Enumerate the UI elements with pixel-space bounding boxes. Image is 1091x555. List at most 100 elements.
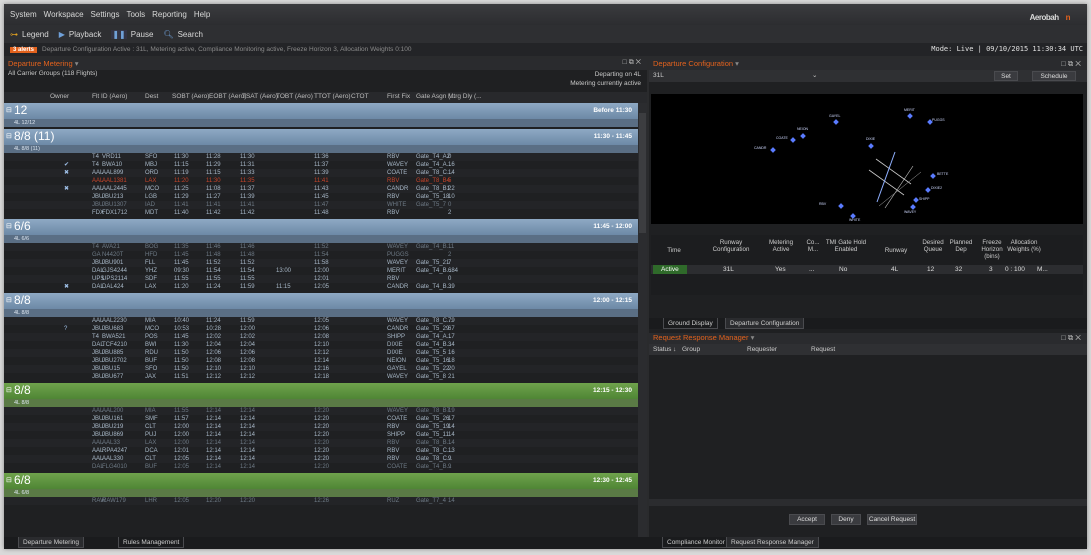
menu-system[interactable]: System <box>10 10 37 19</box>
table-row[interactable]: AAL AAL200 MIA 11:55 12:14 12:14 12:20 WAVEY Gat… <box>4 407 638 415</box>
menu-settings[interactable]: Settings <box>91 10 120 19</box>
collapse-icon[interactable]: ⊟ <box>6 386 12 394</box>
deny-button[interactable]: Deny <box>831 514 861 525</box>
column-header[interactable]: Flt ID (Aero) <box>92 93 127 100</box>
collapse-icon[interactable]: ⊟ <box>6 132 12 140</box>
col-tmi-gate[interactable]: TMI Gate Hold Enabled <box>823 239 869 253</box>
group-header[interactable]: ⊟ 8/8 (11) 11:30 - 11:45 <box>4 129 638 145</box>
table-row[interactable]: UPS UPS2114 SDF 11:55 11:55 11:55 12:01 RBV 0 <box>4 275 638 283</box>
collapse-icon[interactable]: ⊟ <box>6 476 12 484</box>
column-header[interactable]: Mtrg Dly (... <box>448 93 482 100</box>
menu-reporting[interactable]: Reporting <box>152 10 187 19</box>
table-row[interactable]: FDX FDX1712 MDT 11:40 11:42 11:42 11:48 RBV 2 <box>4 209 638 217</box>
table-row[interactable]: JBU JBU161 SMF 11:57 12:14 12:14 12:20 COATE Gat… <box>4 415 638 423</box>
table-row[interactable]: JBU JBU219 CLT 12:00 12:14 12:14 12:20 RBV Gate_… <box>4 423 638 431</box>
panel-window-controls[interactable]: □ ⧉ ✕ <box>623 59 641 67</box>
accept-button[interactable]: Accept <box>789 514 825 525</box>
col-request[interactable]: Request <box>811 346 835 353</box>
tab-departure-metering[interactable]: Departure Metering <box>18 537 84 548</box>
group-header[interactable]: ⊟ 8/8 12:00 - 12:15 <box>4 293 638 309</box>
menu-workspace[interactable]: Workspace <box>44 10 84 19</box>
table-row[interactable]: AAL AAL2230 MIA 10:40 11:24 11:59 12:05 WAVEY Ga… <box>4 317 638 325</box>
col-runway[interactable]: Runway <box>879 247 913 254</box>
runway-selector[interactable]: 31L ⌄ Set Schedule <box>649 70 1087 82</box>
column-header[interactable]: SOBT (Aero) <box>172 93 209 100</box>
table-row[interactable]: AAL AAL330 CLT 12:05 12:14 12:14 12:20 RBV Gate_… <box>4 455 638 463</box>
col-requester[interactable]: Requester <box>747 346 777 353</box>
group-header[interactable]: ⊟ 8/8 12:15 - 12:30 <box>4 383 638 399</box>
column-header[interactable]: Owner <box>50 93 69 100</box>
runway-subheader[interactable]: 4L 12/12 <box>4 119 638 127</box>
col-metering-active[interactable]: Metering Active <box>763 239 799 253</box>
panel-window-controls[interactable]: □ ⧉ ✕ <box>1061 59 1081 69</box>
table-row[interactable]: ✖ AAL AAL2445 MCO 11:25 11:08 11:37 11:43 CANDR G… <box>4 185 638 193</box>
runway-subheader[interactable]: 4L 8/8 <box>4 399 638 407</box>
table-row[interactable]: JBU JBU901 FLL 11:45 11:52 11:52 11:58 WAVEY Gat… <box>4 259 638 267</box>
table-row[interactable]: DAL TCF4210 BWI 11:30 12:04 12:04 12:10 DIXIE Ga… <box>4 341 638 349</box>
column-header[interactable]: TTOT (Aero) <box>314 93 351 100</box>
column-header[interactable]: TSAT (Aero) <box>242 93 278 100</box>
set-button[interactable]: Set <box>994 71 1018 81</box>
tab-request-response-manager[interactable]: Request Response Manager <box>726 537 819 548</box>
group-header[interactable]: ⊟ 12 Before 11:30 <box>4 103 638 119</box>
collapse-icon[interactable]: ⊟ <box>6 296 12 304</box>
table-row[interactable]: ? JBU JBU683 MCO 10:53 10:28 12:00 12:06 CANDR Ga… <box>4 325 638 333</box>
collapse-icon[interactable]: ⊟ <box>6 106 12 114</box>
table-row[interactable]: DAL GJS4244 YHZ 09:30 11:54 11:54 13:00 12:00 ME… <box>4 267 638 275</box>
playback-button[interactable]: ▶ Playback <box>59 30 102 39</box>
table-row[interactable]: ✖ DAL DAL424 LAX 11:20 11:24 11:59 11:15 12:05 CA… <box>4 283 638 291</box>
col-status[interactable]: Status <box>653 346 671 353</box>
ground-display-map[interactable]: GAYEL NEION COATE CANDR DIXIE RBV WHITE … <box>651 94 1083 224</box>
table-row[interactable]: T4 AVA21 BOG 11:35 11:46 11:46 11:52 WAVEY Gate_… <box>4 243 638 251</box>
pause-button[interactable]: ❚❚ Pause <box>111 29 153 39</box>
search-button[interactable]: 🔍︎ Search <box>163 30 203 39</box>
table-row[interactable]: DAL FLG4010 BUF 12:05 12:14 12:14 12:20 COATE Ga… <box>4 463 638 471</box>
col-compliance[interactable]: Co... M... <box>803 239 823 253</box>
table-row[interactable]: AAL AAL1381 LAX 11:20 11:30 11:35 11:41 RBV Gate… <box>4 177 638 185</box>
tab-rules-management[interactable]: Rules Management <box>118 537 185 548</box>
column-header[interactable]: First Fix <box>387 93 410 100</box>
col-desired-queue[interactable]: Desired Queue <box>919 239 947 253</box>
table-row[interactable]: JBU JBU885 RDU 11:50 12:06 12:06 12:12 DIXIE Gat… <box>4 349 638 357</box>
table-row[interactable]: JBU JBU15 SFO 11:50 12:10 12:10 12:16 GAYEL Gate… <box>4 365 638 373</box>
column-header[interactable]: CTOT <box>351 93 369 100</box>
table-row[interactable]: AAL RPA4247 DCA 12:01 12:14 12:14 12:20 RBV Gate… <box>4 447 638 455</box>
table-row[interactable]: GA N4420T HFD 11:45 11:48 11:48 11:54 PUGGS 2 <box>4 251 638 259</box>
col-group[interactable]: Group <box>682 346 700 353</box>
column-header[interactable]: EOBT (Aero) <box>209 93 246 100</box>
table-row[interactable]: JBU JBU2702 BUF 11:50 12:08 12:08 12:14 NEION Ga… <box>4 357 638 365</box>
horizontal-scrollbar[interactable] <box>649 499 1087 506</box>
table-row[interactable]: ✔ T4 BWA10 MBJ 11:15 11:29 11:31 11:37 WAVEY Gate… <box>4 161 638 169</box>
group-header[interactable]: ⊟ 6/6 11:45 - 12:00 <box>4 219 638 235</box>
column-header[interactable]: TOBT (Aero) <box>276 93 313 100</box>
col-planned-dep[interactable]: Planned Dep <box>947 239 975 253</box>
runway-subheader[interactable]: 4L 6/6 <box>4 235 638 243</box>
table-row[interactable]: JBU JBU213 LGB 11:29 11:27 11:39 11:45 RBV Gate_… <box>4 193 638 201</box>
table-row[interactable]: T4 BWA521 POS 11:45 12:02 12:02 12:08 SHIPP Gate… <box>4 333 638 341</box>
cancel-request-button[interactable]: Cancel Request <box>867 514 917 525</box>
table-row[interactable]: JBU JBU869 PUJ 12:00 12:14 12:14 12:20 SHIPP Gat… <box>4 431 638 439</box>
runway-subheader[interactable]: 4L 8/8 <box>4 309 638 317</box>
col-freeze-horizon[interactable]: Freeze Horizon (bins) <box>977 239 1007 260</box>
tab-compliance-monitor[interactable]: Compliance Monitor <box>662 537 730 548</box>
tab-departure-configuration[interactable]: Departure Configuration <box>725 318 805 329</box>
runway-subheader[interactable]: 4L 8/8 (11) <box>4 145 638 153</box>
group-header[interactable]: ⊟ 6/8 12:30 - 12:45 <box>4 473 638 489</box>
table-row[interactable]: JBU JBU1307 IAD 11:41 11:41 11:41 11:47 WHITE Ga… <box>4 201 638 209</box>
column-header[interactable]: Dest <box>145 93 158 100</box>
vertical-scrollbar[interactable] <box>638 103 647 537</box>
table-row[interactable]: JBU JBU677 JAX 11:51 12:12 12:12 12:18 WAVEY Gat… <box>4 373 638 381</box>
menu-help[interactable]: Help <box>194 10 210 19</box>
table-row[interactable]: ✖ AAL AAL899 ORD 11:19 11:15 11:33 11:39 COATE Ga… <box>4 169 638 177</box>
runway-subheader[interactable]: 4L 6/8 <box>4 489 638 497</box>
legend-button[interactable]: ⊶ Legend <box>10 30 49 39</box>
menu-tools[interactable]: Tools <box>126 10 145 19</box>
schedule-button[interactable]: Schedule <box>1032 71 1076 81</box>
active-config-row[interactable]: Active 31L Yes ... No 4L 12 32 3 0 : 100… <box>651 265 1083 274</box>
col-runway-config[interactable]: Runway Configuration <box>701 239 761 253</box>
tab-ground-display[interactable]: Ground Display <box>663 318 718 329</box>
table-row[interactable]: RAW RAW179 LHR 12:05 12:20 12:20 12:26 RUZ Gate_… <box>4 497 638 505</box>
table-row[interactable]: T4 VRD11 SFO 11:30 11:28 11:30 11:36 RBV Gate_T4… <box>4 153 638 161</box>
collapse-icon[interactable]: ⊟ <box>6 222 12 230</box>
panel-window-controls[interactable]: □ ⧉ ✕ <box>1061 333 1081 343</box>
